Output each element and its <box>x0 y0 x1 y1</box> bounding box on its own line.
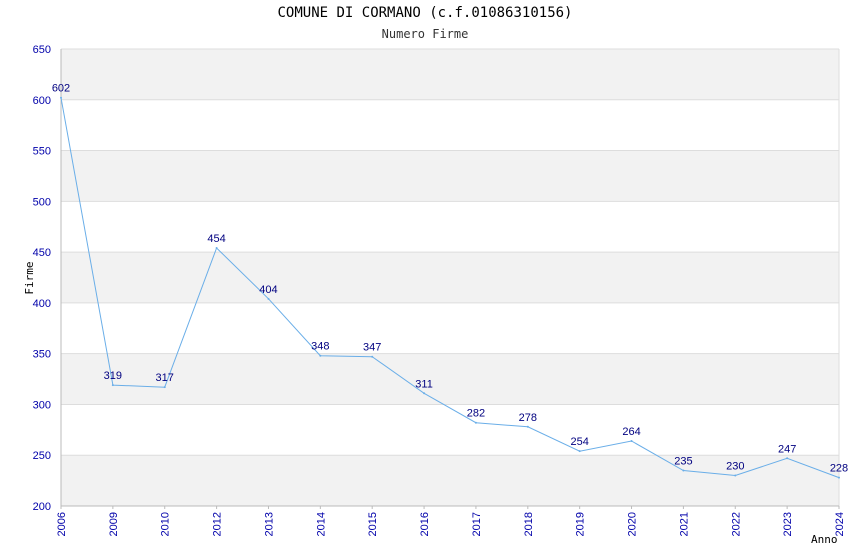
x-tick-label: 2020 <box>627 512 639 536</box>
data-point <box>682 469 685 472</box>
x-tick-label: 2018 <box>523 512 535 536</box>
data-label: 317 <box>156 372 174 384</box>
y-tick-label: 250 <box>33 450 51 462</box>
chart: COMUNE DI CORMANO (c.f.01086310156) Nume… <box>0 0 850 550</box>
data-point <box>526 425 529 428</box>
x-tick-label: 2021 <box>678 512 690 536</box>
data-label: 264 <box>622 426 640 438</box>
y-tick-label: 300 <box>33 399 51 411</box>
x-tick-label: 2006 <box>56 512 68 536</box>
y-tick-label: 400 <box>33 298 51 310</box>
data-label: 404 <box>259 284 277 296</box>
data-point <box>838 476 840 479</box>
x-tick-label: 2012 <box>212 512 224 536</box>
y-tick-label: 550 <box>33 146 51 158</box>
y-tick-label: 350 <box>33 349 51 361</box>
x-axis-label: Anno <box>811 533 838 546</box>
data-label: 602 <box>52 83 70 95</box>
data-point <box>215 247 218 250</box>
data-label: 282 <box>467 408 485 420</box>
x-tick-label: 2014 <box>315 512 327 536</box>
data-label: 278 <box>519 412 537 424</box>
data-label: 454 <box>207 233 225 245</box>
grid-band <box>61 252 839 303</box>
grid-band <box>61 49 839 100</box>
data-point <box>786 457 789 460</box>
data-point <box>267 297 270 300</box>
y-axis-label: Firme <box>23 261 36 294</box>
x-tick-label: 2015 <box>367 512 379 536</box>
data-point <box>371 355 374 358</box>
data-point <box>734 474 737 477</box>
y-tick-label: 500 <box>33 196 51 208</box>
grid-band <box>61 150 839 202</box>
data-label: 348 <box>311 341 329 353</box>
data-point <box>423 392 426 395</box>
data-label: 319 <box>104 370 122 382</box>
y-tick-label: 450 <box>33 247 51 259</box>
data-point <box>163 386 166 389</box>
data-label: 228 <box>830 463 848 475</box>
x-tick-label: 2023 <box>782 512 794 536</box>
x-tick-label: 2016 <box>419 512 431 536</box>
x-tick-label: 2022 <box>730 512 742 536</box>
y-tick-label: 600 <box>33 95 51 107</box>
x-tick-label: 2009 <box>108 512 120 536</box>
data-point <box>578 450 581 453</box>
x-tick-label: 2010 <box>160 512 172 536</box>
data-point <box>60 96 62 99</box>
x-tick-label: 2013 <box>263 512 275 536</box>
data-label: 247 <box>778 443 796 455</box>
x-tick-label: 2019 <box>575 512 587 536</box>
plot-area: 200 250 300 350 400 450 500 550 600 650 2006 2009 2… <box>23 44 848 546</box>
grid-band <box>61 353 839 405</box>
data-point <box>630 440 633 443</box>
data-point <box>474 421 477 424</box>
x-tick-label: 2017 <box>471 512 483 536</box>
data-point <box>111 384 114 387</box>
data-label: 235 <box>674 455 692 467</box>
y-tick-label: 650 <box>33 44 51 56</box>
data-label: 254 <box>570 436 588 448</box>
data-label: 311 <box>415 378 433 390</box>
y-tick-label: 200 <box>33 501 51 513</box>
grid-band <box>61 455 839 506</box>
data-label: 230 <box>726 461 744 473</box>
data-point <box>319 354 322 357</box>
data-label: 347 <box>363 342 381 354</box>
